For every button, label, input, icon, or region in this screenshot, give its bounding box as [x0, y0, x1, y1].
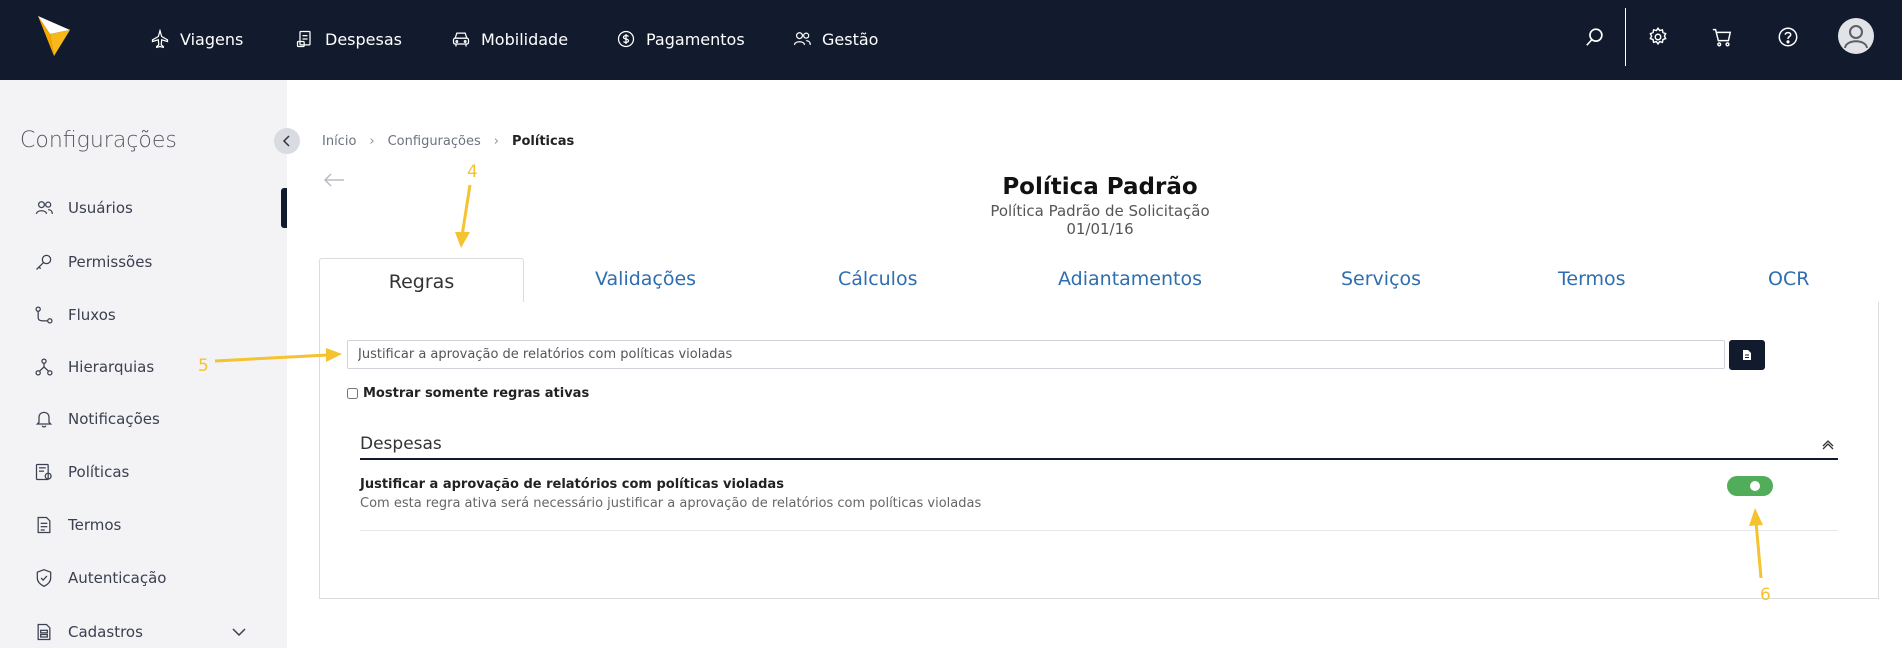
nav-gestao-label: Gestão — [822, 29, 879, 49]
nav-viagens-label: Viagens — [180, 29, 244, 49]
nav-gestao[interactable]: Gestão — [792, 24, 878, 54]
chevron-up-icon[interactable] — [1820, 436, 1836, 452]
sidebar-item-label: Termos — [68, 516, 122, 534]
receipt-icon — [296, 30, 311, 48]
active-rules-label: Mostrar somente regras ativas — [363, 386, 590, 401]
page-title: Política Padrão — [1002, 174, 1198, 200]
nav-viagens[interactable]: Viagens — [150, 24, 243, 54]
rule-title: Justificar a aprovação de relatórios com… — [360, 477, 784, 492]
tab-validacoes[interactable]: Validações — [595, 268, 696, 290]
users-icon — [35, 201, 53, 215]
nav-despesas-label: Despesas — [325, 29, 402, 49]
breadcrumb-inicio[interactable]: Início — [322, 134, 356, 149]
sidebar-item-label: Cadastros — [68, 623, 143, 641]
active-rules-checkbox[interactable] — [347, 388, 358, 399]
sidebar-item-notificacoes[interactable]: Notificações — [34, 406, 254, 432]
sidebar-item-label: Notificações — [68, 410, 160, 428]
tab-servicos[interactable]: Serviços — [1341, 268, 1421, 290]
document-icon — [1743, 350, 1751, 360]
help-icon — [1778, 27, 1798, 47]
tab-regras[interactable]: Regras — [319, 258, 524, 304]
user-avatar-icon — [1844, 25, 1868, 49]
shield-check-icon — [36, 568, 52, 588]
flow-icon — [35, 306, 53, 324]
tab-calculos[interactable]: Cálculos — [838, 268, 917, 290]
search-icon — [1586, 28, 1603, 46]
active-rules-filter: Mostrar somente regras ativas — [347, 386, 589, 401]
sidebar-item-termos[interactable]: Termos — [34, 512, 254, 538]
sidebar-item-hierarquias[interactable]: Hierarquias — [34, 354, 254, 380]
rule-divider — [360, 530, 1838, 531]
policy-icon — [35, 463, 52, 481]
annotation-label-6: 6 — [1760, 585, 1771, 605]
chevron-left-icon — [282, 135, 290, 147]
sidebar-title: Configurações — [20, 128, 177, 153]
cart-icon — [1712, 28, 1732, 47]
breadcrumb-separator-icon: › — [369, 134, 375, 149]
sidebar-item-label: Permissões — [68, 253, 153, 271]
sidebar-item-permissoes[interactable]: Permissões — [34, 249, 254, 275]
breadcrumb-separator-icon: › — [493, 134, 499, 149]
sidebar-active-indicator — [281, 188, 287, 228]
settings-button[interactable] — [1645, 24, 1671, 50]
sidebar-item-politicas[interactable]: Políticas — [34, 459, 254, 485]
sidebar-item-label: Autenticação — [68, 569, 167, 587]
search-submit-button[interactable] — [1729, 340, 1765, 370]
document-icon — [37, 516, 51, 534]
nav-mobilidade-label: Mobilidade — [481, 29, 569, 49]
cart-button[interactable] — [1709, 24, 1735, 50]
search-button[interactable] — [1582, 24, 1608, 50]
sidebar-item-cadastros[interactable]: Cadastros — [34, 619, 254, 645]
tab-adiantamentos[interactable]: Adiantamentos — [1058, 268, 1202, 290]
nav-pagamentos-label: Pagamentos — [646, 29, 745, 49]
help-button[interactable] — [1775, 24, 1801, 50]
top-navbar: Viagens Despesas Mobilidade Pagamentos G… — [0, 0, 1902, 80]
dollar-coin-icon — [617, 30, 635, 48]
nav-pagamentos[interactable]: Pagamentos — [616, 24, 745, 54]
page-subtitle: Política Padrão de Solicitação — [990, 202, 1210, 220]
sidebar-item-label: Políticas — [68, 463, 130, 481]
breadcrumb-politicas: Políticas — [511, 134, 575, 149]
bell-icon — [35, 411, 53, 428]
back-arrow-icon[interactable] — [322, 170, 346, 190]
sidebar: Configurações Usuários Permissões Fluxos… — [0, 80, 300, 648]
sidebar-item-fluxos[interactable]: Fluxos — [34, 302, 254, 328]
rule-search-input[interactable] — [347, 340, 1725, 369]
breadcrumb: Início › Configurações › Políticas — [322, 134, 574, 149]
sidebar-item-label: Fluxos — [68, 306, 116, 324]
rule-toggle-switch[interactable] — [1727, 476, 1773, 496]
page-date: 01/01/16 — [1066, 220, 1134, 238]
people-icon — [793, 32, 811, 46]
section-title: Despesas — [360, 434, 442, 454]
hierarchy-icon — [35, 358, 53, 376]
avatar[interactable] — [1838, 18, 1874, 54]
sidebar-item-usuarios[interactable]: Usuários — [34, 195, 254, 221]
car-icon — [452, 32, 470, 47]
breadcrumb-configuracoes[interactable]: Configurações — [388, 134, 481, 149]
file-list-icon — [37, 623, 51, 641]
sidebar-item-label: Hierarquias — [68, 358, 155, 376]
sidebar-collapse-button[interactable] — [274, 128, 300, 154]
sidebar-item-autenticacao[interactable]: Autenticação — [34, 565, 254, 591]
chevron-down-icon[interactable] — [230, 623, 248, 641]
logo-icon[interactable] — [36, 14, 72, 58]
nav-despesas[interactable]: Despesas — [295, 24, 402, 54]
airplane-icon — [151, 29, 169, 49]
annotation-label-5: 5 — [198, 356, 209, 376]
gear-icon — [1649, 27, 1667, 46]
section-despesas-header[interactable]: Despesas — [360, 430, 1838, 460]
annotation-label-4: 4 — [467, 162, 478, 182]
nav-divider — [1625, 8, 1626, 66]
nav-mobilidade[interactable]: Mobilidade — [451, 24, 568, 54]
key-icon — [36, 254, 52, 270]
rule-description: Com esta regra ativa será necessário jus… — [360, 496, 982, 511]
toggle-knob — [1750, 481, 1760, 491]
sidebar-item-label: Usuários — [68, 199, 133, 217]
tab-ocr[interactable]: OCR — [1768, 268, 1809, 290]
tab-termos[interactable]: Termos — [1558, 268, 1626, 290]
